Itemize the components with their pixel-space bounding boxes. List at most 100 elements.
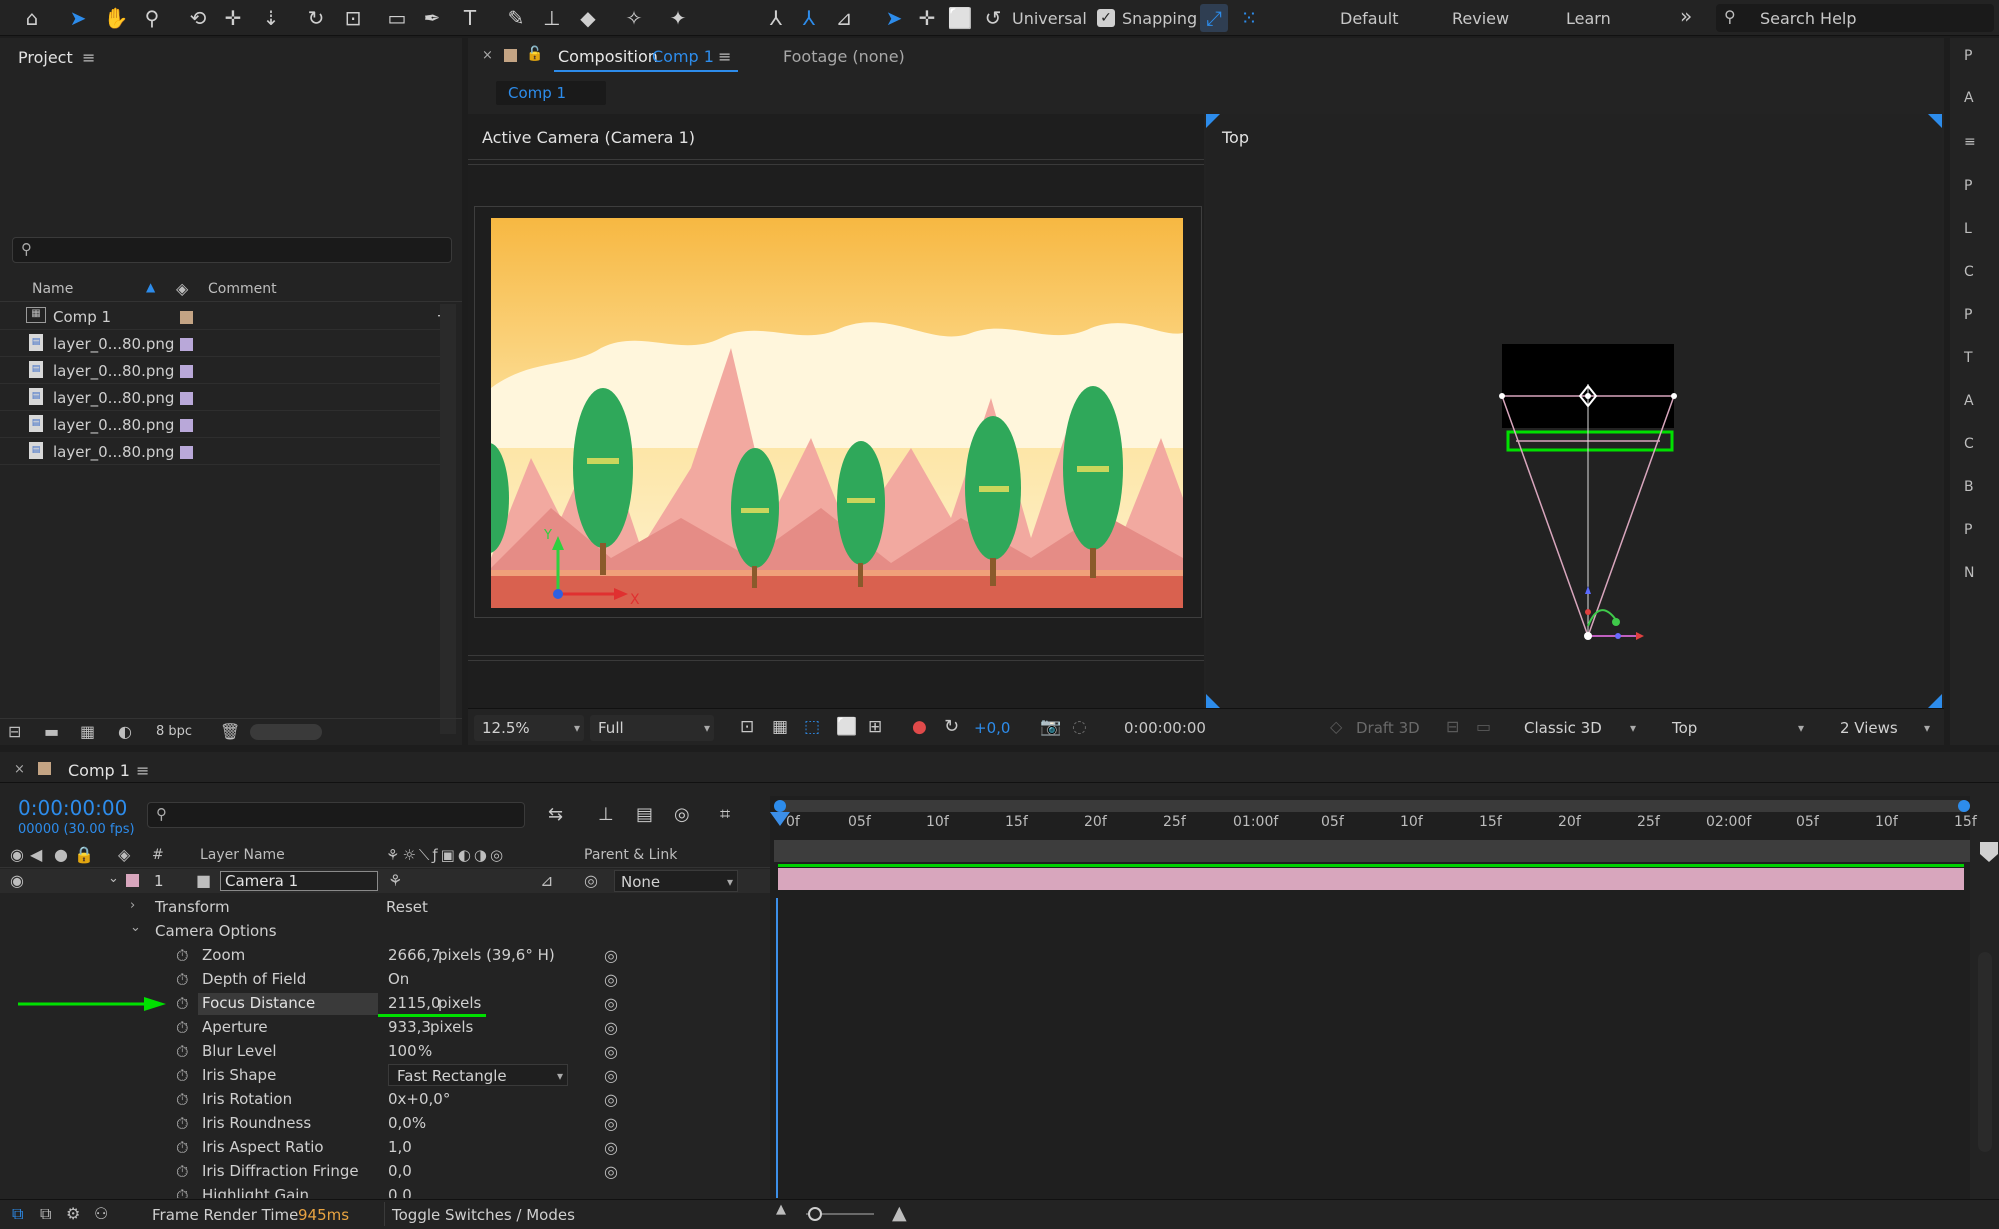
col-parent-link[interactable]: Parent & Link: [584, 847, 677, 863]
audio-icon[interactable]: ◀: [30, 845, 42, 864]
resolution-dropdown[interactable]: Full ▾: [590, 715, 714, 741]
current-time-indicator-head[interactable]: [770, 812, 790, 826]
snap-grid-icon[interactable]: ⁙: [1235, 4, 1263, 32]
transform-reset[interactable]: Reset: [386, 898, 428, 916]
zoom-slider-thumb[interactable]: [808, 1207, 822, 1221]
layer-name-field[interactable]: Camera 1: [220, 871, 378, 891]
panel-tab-character[interactable]: C: [1964, 264, 1974, 280]
panel-tab-brushes[interactable]: B: [1964, 479, 1974, 495]
3d-axis-gizmo[interactable]: [538, 524, 638, 624]
exposure-value[interactable]: +0,0: [974, 719, 1010, 737]
region-of-interest-icon[interactable]: ⬚: [804, 717, 820, 737]
col-layer-name[interactable]: Layer Name: [200, 847, 285, 863]
composition-menu-icon[interactable]: ≡: [718, 47, 731, 66]
timeline-search-input[interactable]: ⚲: [147, 802, 525, 828]
project-item-comp[interactable]: ▦ Comp 1: [0, 304, 440, 330]
expression-pickwhip-icon[interactable]: ◎: [604, 1114, 618, 1133]
orbit-camera-icon[interactable]: ⟲: [184, 4, 212, 32]
layer-row-camera[interactable]: ◉ ⌄ 1 ■ Camera 1 ⚘ ⊿ ◎ None ▾: [0, 869, 770, 893]
panel-tab-properties[interactable]: P: [1964, 522, 1972, 538]
renderer-dropdown[interactable]: Classic 3D ▾: [1516, 715, 1640, 741]
col-comment[interactable]: Comment: [208, 281, 277, 297]
expression-pickwhip-icon[interactable]: ◎: [604, 1162, 618, 1181]
trash-icon[interactable]: 🗑: [220, 722, 240, 741]
comp-breadcrumb[interactable]: Comp 1: [496, 81, 606, 105]
expression-pickwhip-icon[interactable]: ◎: [604, 970, 618, 989]
composition-tab-prefix[interactable]: Composition: [558, 47, 658, 66]
3d-scale-icon[interactable]: ⬜: [946, 4, 974, 32]
solo-icon[interactable]: ●: [54, 845, 68, 864]
composition-tab-name[interactable]: Comp 1: [652, 47, 714, 66]
fast-preview-icon[interactable]: ⊡: [740, 717, 754, 737]
expression-pickwhip-icon[interactable]: ◎: [604, 1090, 618, 1109]
dolly-camera-icon[interactable]: ⇣: [257, 4, 285, 32]
mask-visibility-icon[interactable]: ⬜: [836, 717, 857, 737]
pick-whip-icon[interactable]: ⊿: [540, 871, 553, 890]
pen-tool-icon[interactable]: ✒: [418, 4, 446, 32]
expression-pickwhip-icon[interactable]: ◎: [604, 1042, 618, 1061]
view-layout-dropdown[interactable]: 2 Views ▾: [1832, 715, 1934, 741]
project-item-file[interactable]: ▤ layer_0...80.png: [0, 358, 440, 384]
timeline-timecode[interactable]: 0:00:00:00: [18, 796, 127, 820]
prop-value[interactable]: 0,0%: [388, 1114, 426, 1132]
label-color-swatch[interactable]: [180, 338, 193, 351]
project-search-input[interactable]: ⚲: [12, 237, 452, 263]
prop-value[interactable]: 100: [388, 1042, 417, 1060]
close-tab-icon[interactable]: ×: [482, 48, 493, 63]
clone-stamp-icon[interactable]: ⊥: [538, 4, 566, 32]
draft3d-label[interactable]: Draft 3D: [1356, 719, 1420, 737]
interpret-footage-icon[interactable]: ⊟: [8, 722, 21, 741]
panel-tab-align[interactable]: A: [1964, 90, 1974, 106]
parent-pickwhip-icon[interactable]: ◎: [584, 871, 598, 890]
project-settings-icon[interactable]: ◐: [118, 722, 132, 741]
in-out-toggle-icon[interactable]: ⚙: [66, 1204, 80, 1223]
transparency-grid-icon[interactable]: ▦: [772, 717, 788, 737]
stopwatch-icon[interactable]: ⏱: [176, 1090, 188, 1110]
comment-pane-icon[interactable]: ⚇: [94, 1204, 108, 1223]
roto-brush-icon[interactable]: ✧: [620, 4, 648, 32]
shy-switch-icon[interactable]: ⚘: [388, 871, 402, 890]
active-camera-view[interactable]: Active Camera (Camera 1) Y X: [468, 114, 1204, 708]
frame-blending-icon[interactable]: ▤: [636, 804, 653, 825]
snapping-checkbox[interactable]: ✓: [1097, 9, 1115, 27]
timeline-menu-icon[interactable]: ≡: [136, 761, 149, 780]
show-snapshot-icon[interactable]: ◌: [1072, 717, 1087, 737]
breadcrumb-comp[interactable]: Comp 1: [508, 84, 566, 102]
channels-icon[interactable]: ●: [912, 717, 927, 737]
layer-label-swatch[interactable]: [126, 874, 139, 887]
project-item-file[interactable]: ▤ layer_0...80.png: [0, 439, 440, 465]
workspace-learn[interactable]: Learn: [1566, 9, 1611, 28]
rotation-tool-icon[interactable]: ↻: [302, 4, 330, 32]
motion-blur-icon[interactable]: ◎: [674, 804, 690, 825]
eye-icon[interactable]: ◉: [10, 845, 24, 864]
prop-value[interactable]: 2115,0: [388, 994, 441, 1012]
timeline-scrollbar[interactable]: [1978, 952, 1992, 1152]
chevron-down-icon[interactable]: ⌄: [130, 920, 141, 935]
workspace-default[interactable]: Default: [1340, 9, 1398, 28]
stopwatch-icon[interactable]: ⏱: [176, 1186, 188, 1198]
work-area-start-handle[interactable]: [774, 800, 786, 812]
time-navigator[interactable]: [774, 840, 1970, 862]
prop-value[interactable]: On: [388, 970, 409, 988]
stopwatch-icon[interactable]: ⏱: [176, 946, 188, 966]
panel-menu-icon[interactable]: ≡: [1964, 134, 1976, 150]
project-scrollbar[interactable]: [440, 304, 456, 734]
zoom-out-icon[interactable]: ▲: [776, 1202, 786, 1217]
grid-guides-icon[interactable]: ⊞: [868, 717, 882, 737]
puppet-pin-icon[interactable]: ✦: [664, 4, 692, 32]
prop-value[interactable]: 0,0: [388, 1162, 412, 1180]
iris-shape-dropdown[interactable]: Fast Rectangle ▾: [388, 1064, 568, 1086]
draft3d-toggle-icon[interactable]: ⊥: [598, 804, 614, 825]
camera-layer-bar[interactable]: [778, 868, 1964, 890]
brush-tool-icon[interactable]: ✎: [502, 4, 530, 32]
prop-value[interactable]: 933,3: [388, 1018, 431, 1036]
panel-tab-audio[interactable]: A: [1964, 393, 1974, 409]
label-color-swatch[interactable]: [180, 392, 193, 405]
prop-value[interactable]: 0x+0,0°: [388, 1090, 450, 1108]
search-help-box[interactable]: ⚲ Search Help: [1716, 4, 1994, 32]
expression-pickwhip-icon[interactable]: ◎: [604, 1066, 618, 1085]
chevron-down-icon[interactable]: ⌄: [108, 871, 119, 886]
bit-depth-label[interactable]: 8 bpc: [156, 724, 192, 739]
panel-tab-paint[interactable]: P: [1964, 307, 1972, 323]
zoom-dropdown[interactable]: 12.5% ▾: [474, 715, 584, 741]
